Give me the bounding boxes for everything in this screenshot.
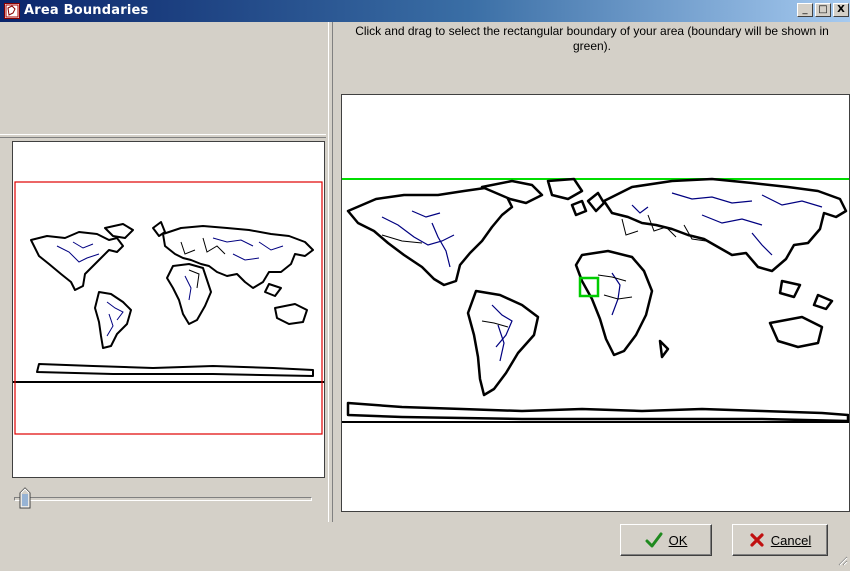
check-icon (645, 532, 663, 548)
maximize-button[interactable]: □ (815, 3, 831, 17)
instruction-text: Click and drag to select the rectangular… (355, 24, 829, 53)
x-icon (750, 533, 764, 547)
overview-map-canvas (13, 181, 324, 435)
cancel-button[interactable]: Cancel (732, 524, 828, 556)
zoom-slider-thumb[interactable] (19, 487, 31, 509)
zoom-slider-track[interactable] (14, 497, 312, 501)
main-map-canvas (342, 177, 849, 423)
overview-map[interactable] (12, 141, 325, 478)
ok-label: OK (668, 532, 688, 548)
resize-grip-icon[interactable] (836, 553, 848, 566)
overview-world-land (30, 221, 314, 377)
window-title: Area Boundaries (24, 3, 149, 18)
vertical-splitter[interactable] (328, 22, 333, 522)
horizontal-splitter[interactable] (0, 134, 326, 138)
title-bar[interactable]: Area Boundaries _ □ X (0, 0, 850, 22)
close-button[interactable]: X (833, 3, 849, 17)
area-boundaries-window: Area Boundaries _ □ X Click and drag to … (0, 0, 850, 567)
ok-button[interactable]: OK (620, 524, 712, 556)
minimize-button[interactable]: _ (797, 3, 813, 17)
cancel-label: Cancel (770, 532, 812, 548)
app-map-icon (4, 3, 20, 19)
left-upper-panel (0, 22, 326, 135)
main-map[interactable] (341, 94, 850, 512)
